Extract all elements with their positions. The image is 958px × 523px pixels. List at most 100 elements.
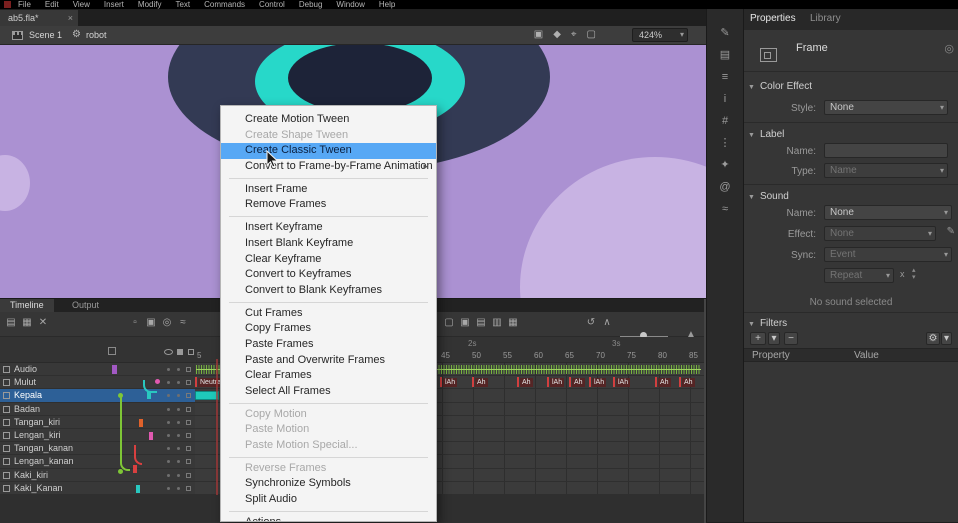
context-menu-item[interactable]: Insert Keyframe: [221, 220, 436, 236]
lock-dot[interactable]: [177, 460, 180, 463]
menu-file[interactable]: File: [18, 0, 31, 9]
onion-skin-icon[interactable]: ◎: [160, 317, 174, 328]
history-panel-icon[interactable]: @: [717, 181, 733, 194]
edit-multiple-frames-icon[interactable]: ▣: [144, 317, 158, 328]
insert-blank-keyframe-icon[interactable]: ▣: [458, 317, 472, 328]
transform-panel-icon[interactable]: #: [717, 115, 733, 128]
lock-dot[interactable]: [177, 447, 180, 450]
context-menu-item[interactable]: Convert to Keyframes: [221, 267, 436, 283]
graph-view-icon[interactable]: ≈: [176, 317, 190, 328]
visibility-dot[interactable]: [167, 381, 170, 384]
context-menu-item[interactable]: Paste Motion Special...: [221, 438, 436, 454]
sound-name-dropdown[interactable]: None▾: [824, 205, 952, 220]
layer-row-lengan_kiri[interactable]: Lengan_kiri: [0, 429, 195, 442]
visibility-dot[interactable]: [167, 434, 170, 437]
context-menu-item[interactable]: Select All Frames: [221, 384, 436, 400]
edit-sound-envelope-icon[interactable]: ✎: [947, 226, 955, 237]
filter-options-caret[interactable]: ▾: [941, 332, 952, 345]
outline-color-icon[interactable]: ▫: [128, 317, 142, 328]
motion-panel-icon[interactable]: ≈: [717, 203, 733, 216]
add-filter-button[interactable]: +: [750, 332, 766, 345]
lock-dot[interactable]: [177, 434, 180, 437]
outline-color-square[interactable]: [186, 446, 191, 451]
menu-insert[interactable]: Insert: [104, 0, 124, 9]
zoom-select[interactable]: 424% ▾: [632, 28, 688, 42]
layer-row-kaki_kiri[interactable]: Kaki_kiri: [0, 469, 195, 482]
label-name-input[interactable]: [824, 143, 948, 158]
loop-range-icon[interactable]: ▥: [490, 317, 504, 328]
section-sound[interactable]: ▼Sound: [748, 191, 789, 202]
menu-view[interactable]: View: [73, 0, 90, 9]
section-filters[interactable]: ▼Filters: [748, 318, 787, 329]
layer-row-mulut[interactable]: Mulut: [0, 376, 195, 389]
delete-layer-icon[interactable]: ✕: [36, 317, 50, 328]
context-menu-item[interactable]: Create Shape Tween: [221, 128, 436, 144]
menu-commands[interactable]: Commands: [204, 0, 245, 9]
close-tab-icon[interactable]: ×: [68, 10, 73, 26]
camera-icon[interactable]: ▣: [534, 28, 543, 42]
context-menu-item[interactable]: Insert Frame: [221, 182, 436, 198]
visibility-dot[interactable]: [167, 474, 170, 477]
swatches-panel-icon[interactable]: ▤: [717, 49, 733, 62]
menu-help[interactable]: Help: [379, 0, 395, 9]
outline-color-square[interactable]: [186, 473, 191, 478]
context-menu-item[interactable]: Remove Frames: [221, 197, 436, 213]
context-menu-item[interactable]: Create Motion Tween: [221, 112, 436, 128]
context-menu-item[interactable]: Clear Frames: [221, 368, 436, 384]
lock-dot[interactable]: [177, 421, 180, 424]
visibility-dot[interactable]: [167, 394, 170, 397]
tab-output[interactable]: Output: [62, 299, 109, 312]
context-menu-item[interactable]: Synchronize Symbols: [221, 476, 436, 492]
context-menu-item[interactable]: Convert to Frame-by-Frame Animation▸: [221, 159, 436, 175]
section-color-effect[interactable]: ▼Color Effect: [748, 81, 812, 92]
visibility-dot[interactable]: [167, 487, 170, 490]
outline-color-square[interactable]: [186, 393, 191, 398]
outline-color-square[interactable]: [186, 367, 191, 372]
center-frame-icon[interactable]: ▦: [506, 317, 520, 328]
outline-color-square[interactable]: [186, 433, 191, 438]
menu-modify[interactable]: Modify: [138, 0, 162, 9]
sound-repeat-dropdown[interactable]: Repeat▾: [824, 268, 894, 283]
layer-row-kepala[interactable]: Kepala: [0, 389, 195, 402]
context-menu-item[interactable]: Cut Frames: [221, 306, 436, 322]
breadcrumb-scene[interactable]: Scene 1: [29, 30, 62, 40]
tab-library[interactable]: Library: [810, 13, 841, 24]
remove-filter-button[interactable]: −: [784, 332, 798, 345]
timeline-scrollbar[interactable]: [704, 299, 706, 523]
lock-dot[interactable]: [177, 408, 180, 411]
visibility-dot[interactable]: [167, 368, 170, 371]
sound-sync-dropdown[interactable]: Event▾: [824, 247, 952, 262]
context-menu-item[interactable]: Copy Motion: [221, 407, 436, 423]
outline-color-square[interactable]: [186, 407, 191, 412]
layer-row-badan[interactable]: Badan: [0, 403, 195, 416]
color-panel-icon[interactable]: ✎: [717, 27, 733, 40]
align-panel-icon[interactable]: ≡: [717, 71, 733, 84]
layer-row-lengan_kanan[interactable]: Lengan_kanan: [0, 455, 195, 468]
menu-debug[interactable]: Debug: [299, 0, 323, 9]
info-panel-icon[interactable]: i: [717, 93, 733, 106]
menu-edit[interactable]: Edit: [45, 0, 59, 9]
visibility-dot[interactable]: [167, 447, 170, 450]
outline-color-square[interactable]: [186, 420, 191, 425]
layer-row-kaki_kanan[interactable]: Kaki_Kanan: [0, 482, 195, 495]
lock-dot[interactable]: [177, 381, 180, 384]
outline-all-icon[interactable]: [188, 349, 194, 355]
fill-color-icon[interactable]: ◆: [553, 28, 561, 42]
breadcrumb-symbol[interactable]: robot: [86, 30, 107, 40]
context-menu-item[interactable]: Convert to Blank Keyframes: [221, 283, 436, 299]
frame-view-icon[interactable]: ▤: [474, 317, 488, 328]
sound-effect-dropdown[interactable]: None▾: [824, 226, 936, 241]
outline-color-square[interactable]: [186, 486, 191, 491]
context-menu-item[interactable]: Paste Frames: [221, 337, 436, 353]
context-menu-item[interactable]: Insert Blank Keyframe: [221, 236, 436, 252]
brush-panel-icon[interactable]: ✦: [717, 159, 733, 172]
context-menu-item[interactable]: Clear Keyframe: [221, 252, 436, 268]
menu-control[interactable]: Control: [259, 0, 285, 9]
context-menu-item[interactable]: Reverse Frames: [221, 461, 436, 477]
insert-keyframe-icon[interactable]: ▢: [442, 317, 456, 328]
context-menu-item[interactable]: Actions: [221, 515, 436, 522]
panel-options-icon[interactable]: ◎: [944, 42, 954, 55]
filter-options-gear-icon[interactable]: ⚙: [926, 332, 940, 345]
layer-row-audio[interactable]: Audio: [0, 363, 195, 376]
context-menu-item[interactable]: Split Audio: [221, 492, 436, 508]
